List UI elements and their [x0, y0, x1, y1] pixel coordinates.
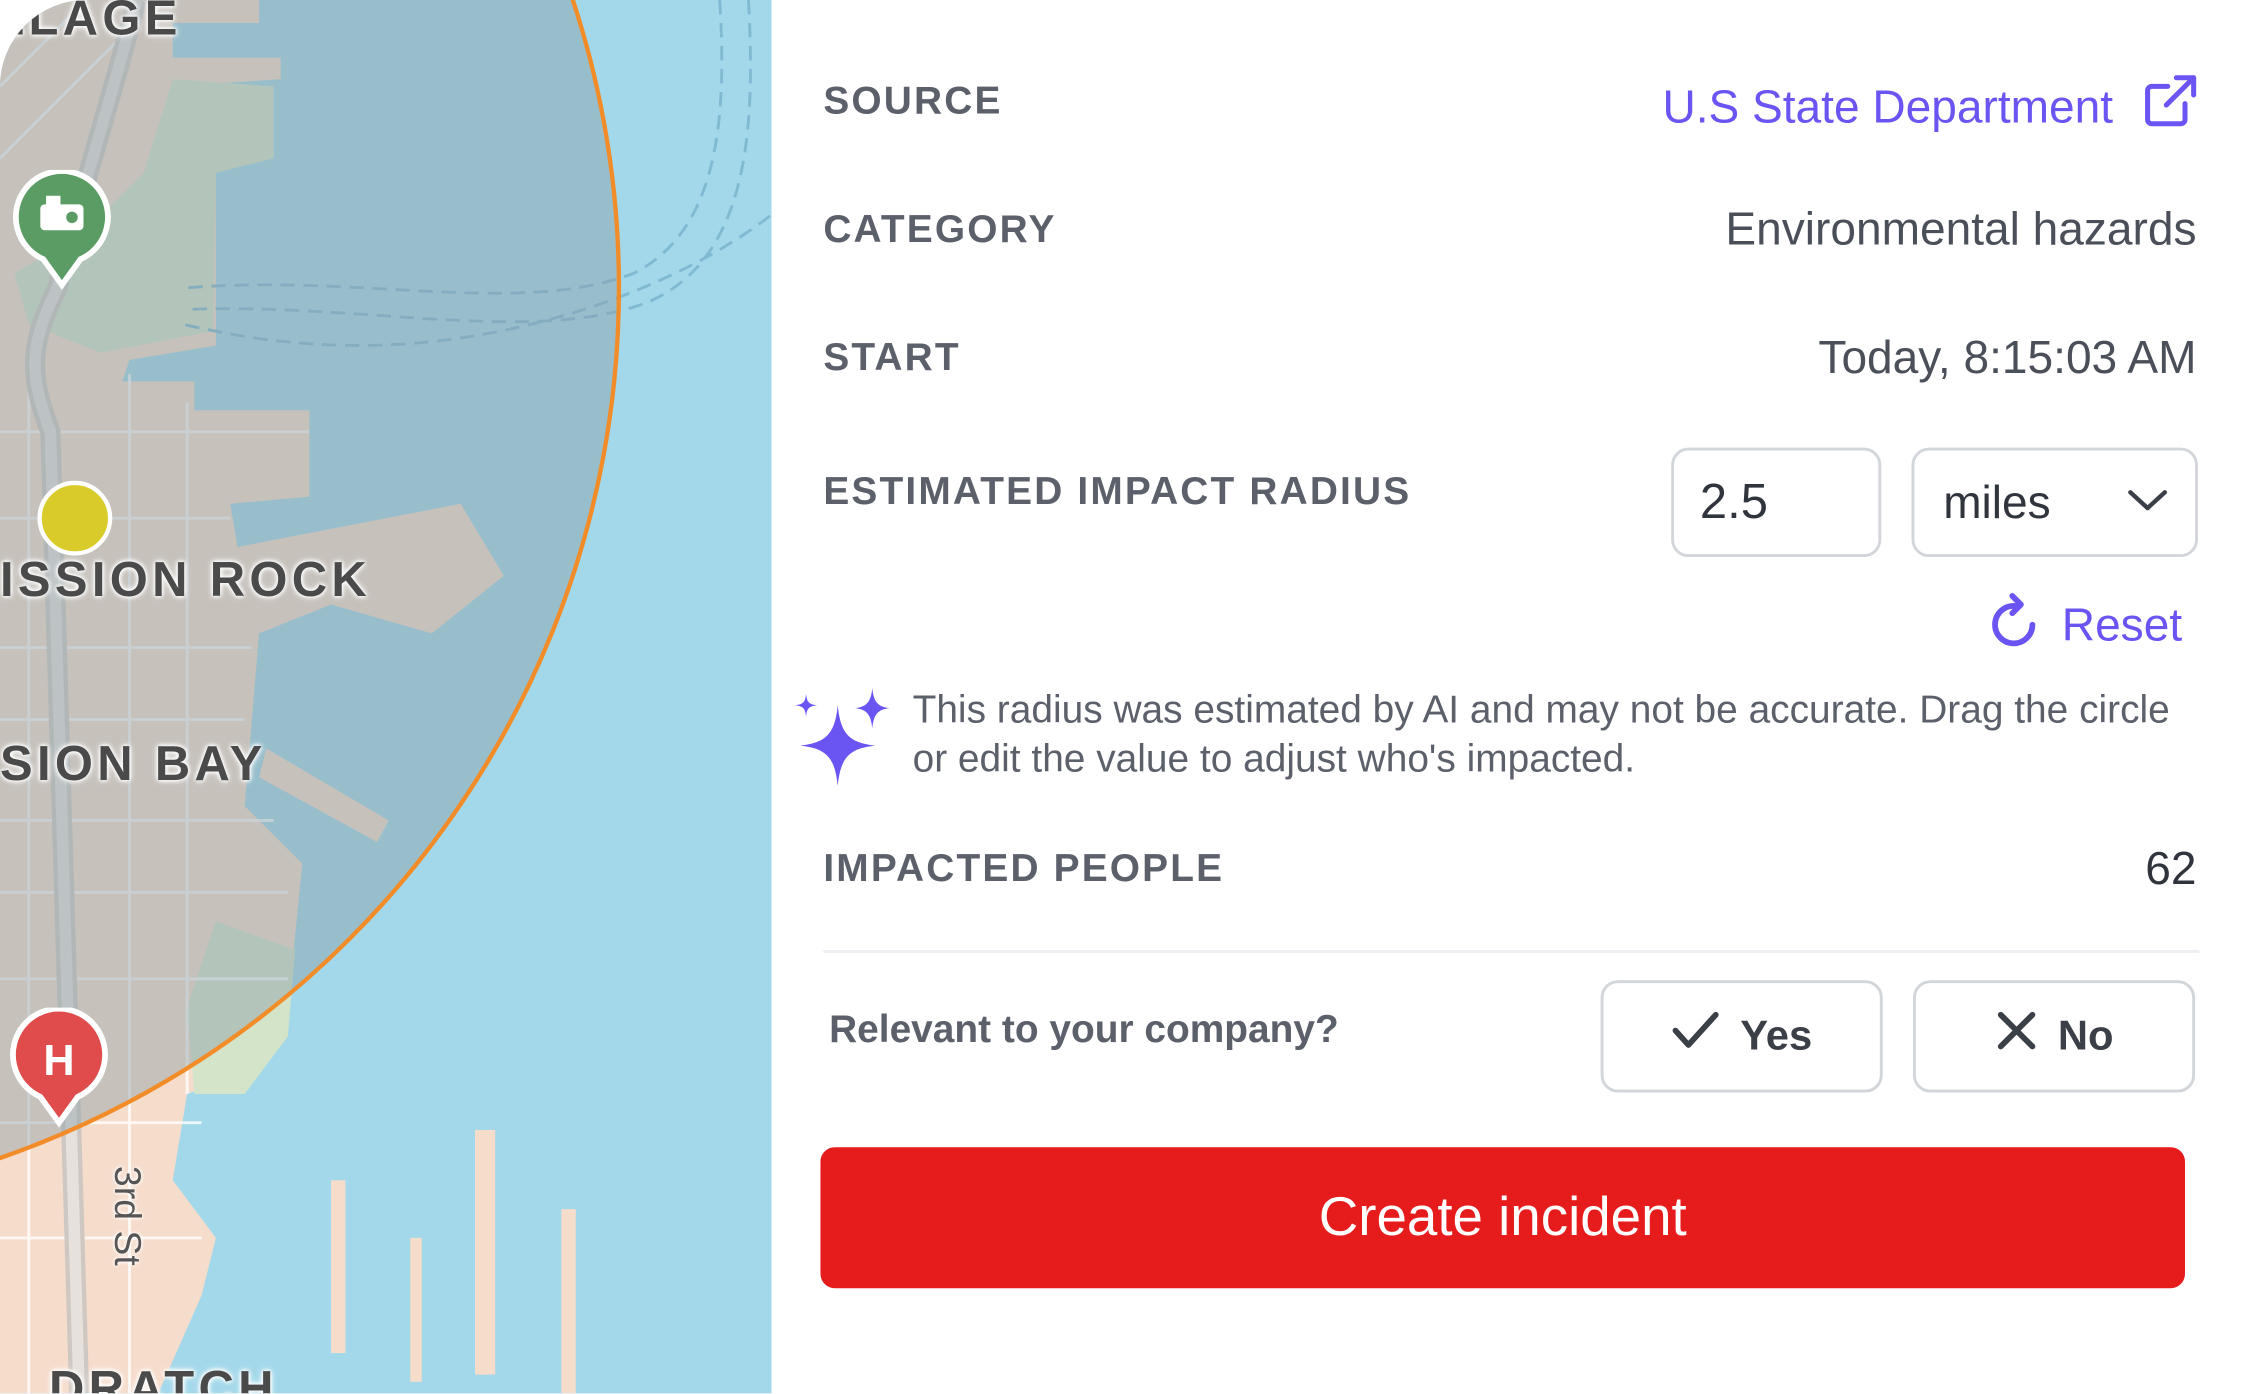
- start-label: START: [823, 335, 961, 379]
- category-value: Environmental hazards: [1725, 202, 2197, 255]
- hospital-letter: H: [43, 1037, 74, 1085]
- external-link-icon: [2142, 72, 2200, 141]
- no-label: No: [2057, 1012, 2114, 1059]
- check-icon: [1671, 1009, 1720, 1064]
- impacted-label: IMPACTED PEOPLE: [823, 846, 1225, 890]
- incident-details-panel: SOURCE U.S State Department CATEGORY Env…: [771, 0, 2257, 1394]
- radius-unit-select[interactable]: miles: [1911, 447, 2198, 558]
- close-icon: [1995, 1009, 2038, 1064]
- impacted-value: 62: [2145, 842, 2197, 894]
- map-label-bottom: DRATCH: [48, 1361, 278, 1394]
- relevance-question: Relevant to your company?: [829, 1007, 1339, 1051]
- sparkles-icon: [792, 685, 893, 796]
- relevant-yes-button[interactable]: Yes: [1600, 980, 1883, 1093]
- start-value: Today, 8:15:03 AM: [1818, 331, 2197, 383]
- category-label: CATEGORY: [823, 207, 1057, 251]
- section-divider: [823, 950, 2200, 953]
- map-label-mission-rock: ISSION ROCK: [0, 552, 372, 608]
- map-label-mission-bay: SION BAY: [0, 736, 267, 792]
- radius-unit-value: miles: [1943, 475, 2051, 528]
- street-label-3rd-st: 3rd St: [106, 1165, 150, 1266]
- reset-label: Reset: [2061, 598, 2183, 650]
- ai-estimate-note: This radius was estimated by AI and may …: [792, 685, 2174, 796]
- source-label: SOURCE: [823, 79, 1003, 123]
- refresh-icon: [1990, 590, 2045, 659]
- map-label-village: LLAGE: [0, 0, 182, 47]
- yes-label: Yes: [1740, 1012, 1813, 1059]
- incident-location-marker[interactable]: [37, 480, 113, 556]
- create-incident-button[interactable]: Create incident: [820, 1147, 2186, 1289]
- source-link[interactable]: U.S State Department: [1662, 72, 2199, 141]
- reset-button[interactable]: Reset: [1990, 590, 2182, 659]
- radius-input[interactable]: [1671, 447, 1882, 558]
- incident-map[interactable]: LLAGE ISSION ROCK SION BAY DRATCH 3rd St…: [0, 0, 772, 1394]
- chevron-down-icon: [2126, 484, 2169, 520]
- app-root: LLAGE ISSION ROCK SION BAY DRATCH 3rd St…: [0, 0, 2257, 1394]
- source-link-text: U.S State Department: [1662, 79, 2114, 132]
- relevant-no-button[interactable]: No: [1912, 980, 2196, 1093]
- ai-note-text: This radius was estimated by AI and may …: [912, 688, 2170, 781]
- radius-label: ESTIMATED IMPACT RADIUS: [823, 469, 1412, 513]
